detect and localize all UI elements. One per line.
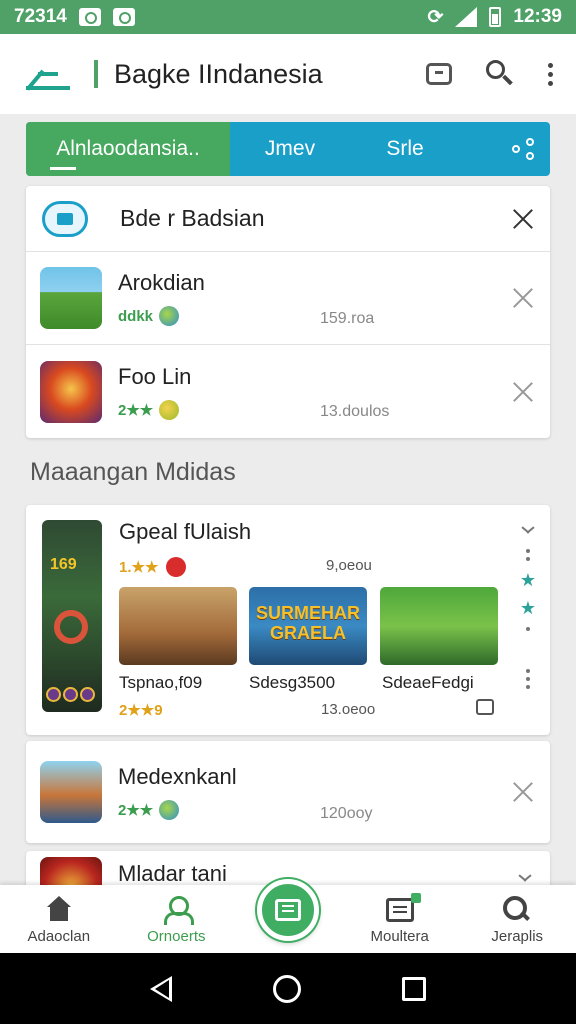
document-icon — [385, 893, 421, 922]
search-icon[interactable] — [486, 60, 514, 88]
copy-icon[interactable] — [476, 699, 494, 715]
nav-item-documents[interactable]: Moultera — [341, 885, 459, 953]
status-time-right: 12:39 — [513, 6, 562, 27]
list-item[interactable]: Medexnkanl 2★★ 120ooy — [26, 741, 550, 843]
notification-icon — [78, 8, 101, 26]
app-rating: 2★★ — [118, 802, 154, 819]
ring-icon — [54, 610, 88, 644]
star-icon: ★ — [519, 598, 536, 618]
badge-icon — [159, 800, 180, 820]
nav-label: Adaoclan — [27, 928, 91, 945]
sync-icon: ⟳ — [427, 6, 444, 28]
featured-rating: 1.★★ — [119, 559, 159, 576]
nav-label: Moultera — [370, 928, 429, 945]
list-item[interactable]: Arokdian ddkk 159.roa — [26, 252, 550, 345]
screenshot-overlay-text: SURMEHAR GRAELA — [255, 603, 360, 643]
close-icon[interactable] — [512, 208, 534, 230]
screenshot-size: 13.oeoo — [321, 701, 376, 718]
chevron-down-icon[interactable] — [521, 529, 535, 539]
badge-icon — [166, 557, 187, 577]
home-icon — [45, 896, 73, 922]
badge-icon — [159, 399, 180, 420]
app-title: Bagke IIndanesia — [114, 58, 323, 89]
badge-icon — [159, 306, 180, 326]
screenshot-1[interactable] — [119, 587, 237, 665]
signal-icon — [455, 7, 478, 27]
person-icon — [162, 896, 195, 925]
tab-3[interactable]: Srle — [350, 122, 460, 176]
screenshot-label: Tspnao,f09 — [119, 673, 203, 692]
app-size: 13.doulos — [320, 403, 390, 420]
status-bar: 72314 ⟳ 12:39 — [0, 0, 576, 34]
nav-label: Ornoerts — [147, 928, 206, 945]
battery-icon — [489, 7, 502, 27]
system-nav-bar — [0, 953, 576, 1024]
app-rating: 2★★ — [118, 401, 154, 419]
app-list-card: Bde r Badsian Arokdian ddkk 159.roa Foo … — [26, 186, 550, 438]
app-name: Mladar tani — [118, 861, 227, 886]
tab-1[interactable]: Alnlaoodansia.. — [26, 122, 230, 176]
screenshot-3[interactable] — [380, 587, 498, 665]
back-icon[interactable] — [150, 975, 173, 1002]
notification-icon-2 — [112, 8, 135, 26]
screenshot-label: Sdesg3500 — [249, 673, 336, 692]
screenshot-rating: 2★★9 — [119, 702, 163, 719]
featured-number: 169 — [50, 556, 77, 573]
share-tab[interactable] — [460, 122, 550, 176]
featured-name: Gpeal fUlaish — [119, 519, 252, 544]
home-circle-icon[interactable] — [272, 974, 301, 1003]
search-icon — [503, 896, 531, 922]
dismiss-icon[interactable] — [512, 381, 534, 403]
featured-thumbnail[interactable]: 169 — [42, 520, 102, 712]
featured-size: 9,oeou — [326, 557, 372, 574]
status-time-left: 72314 — [14, 6, 67, 27]
featured-card[interactable]: 169 Gpeal fUlaish 1.★★ 9,oeou SURMEHAR G… — [26, 505, 550, 735]
store-icon — [42, 200, 88, 237]
featured-rating-line: 1.★★ — [119, 557, 187, 577]
app-logo-icon — [22, 54, 74, 94]
star-icon: ★ — [519, 570, 536, 590]
nav-item-home[interactable]: Adaoclan — [0, 885, 118, 953]
app-rating: ddkk — [118, 307, 154, 325]
clipboard-icon — [275, 899, 301, 921]
recent-apps-icon[interactable] — [401, 976, 426, 1001]
nav-item-search[interactable]: Jeraplis — [458, 885, 576, 953]
list-header: Bde r Badsian — [26, 186, 550, 252]
section-title: Maaangan Mdidas — [30, 458, 236, 486]
app-size: 159.roa — [320, 310, 375, 327]
dismiss-icon[interactable] — [512, 287, 534, 309]
nav-label: Jeraplis — [491, 928, 544, 945]
bag-icon[interactable] — [426, 63, 452, 85]
app-name: Foo Lin — [118, 363, 192, 389]
more-icon[interactable] — [525, 549, 530, 561]
app-list-card-2: Medexnkanl 2★★ 120ooy — [26, 741, 550, 843]
fab-button[interactable] — [257, 879, 319, 941]
more-options-icon[interactable] — [525, 669, 530, 689]
nav-item-orders[interactable]: Ornoerts — [118, 885, 236, 953]
share-icon — [512, 138, 536, 160]
app-thumbnail — [40, 360, 102, 423]
screenshot-label: SdeaeFedgi — [382, 673, 474, 692]
app-name: Medexnkanl — [118, 764, 237, 789]
tab-2[interactable]: Jmev — [230, 122, 350, 176]
list-item[interactable]: Foo Lin 2★★ 13.doulos — [26, 345, 550, 438]
dismiss-icon[interactable] — [512, 781, 534, 803]
app-size: 120ooy — [320, 805, 373, 822]
screenshot-2[interactable]: SURMEHAR GRAELA — [249, 587, 367, 665]
app-name: Arokdian — [118, 270, 205, 295]
app-thumbnail — [40, 761, 102, 823]
bottom-nav: Adaoclan Ornoerts Moultera Jeraplis — [0, 879, 576, 953]
app-bar: Bagke IIndanesia — [0, 34, 576, 114]
list-header-title: Bde r Badsian — [120, 205, 265, 231]
more-icon[interactable] — [525, 627, 530, 631]
app-thumbnail — [40, 267, 102, 329]
tab-bar: Alnlaoodansia.. Jmev Srle — [26, 122, 550, 176]
title-divider — [94, 60, 98, 88]
more-options-icon[interactable] — [548, 62, 554, 86]
